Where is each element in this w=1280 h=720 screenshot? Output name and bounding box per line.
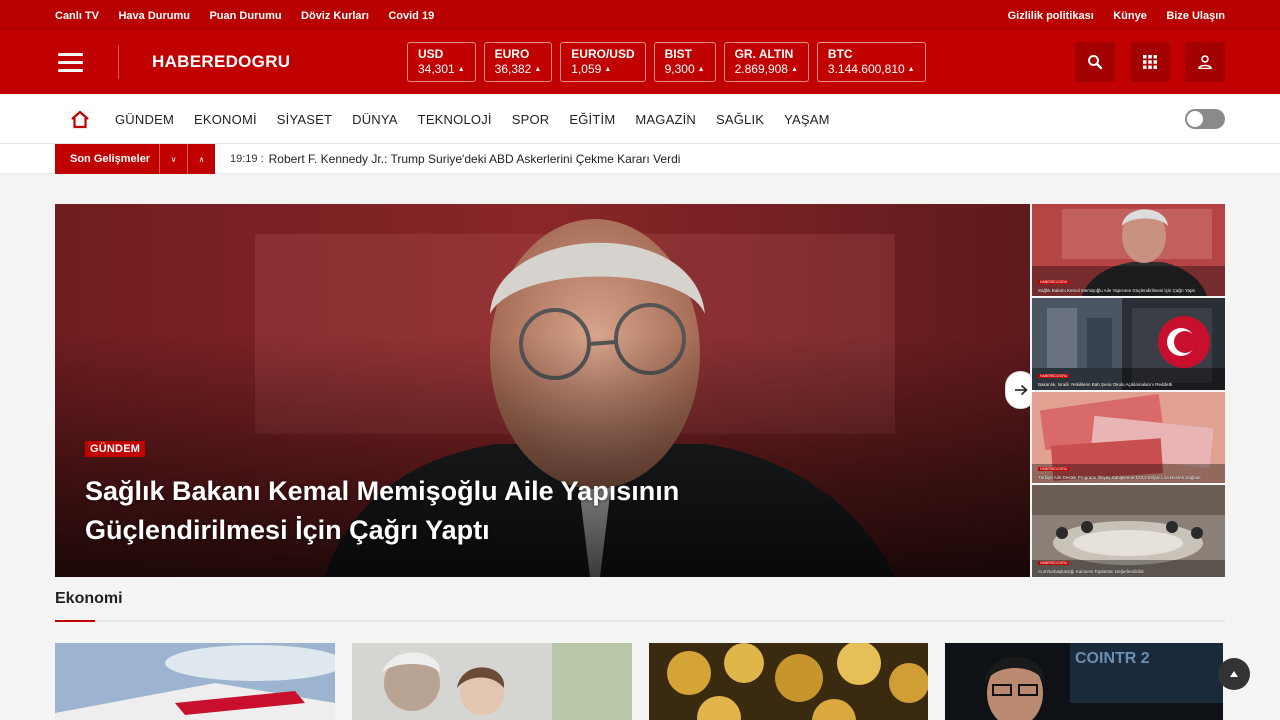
- toggle-knob: [1187, 111, 1203, 127]
- nav-item-magazin[interactable]: MAGAZİN: [635, 112, 696, 127]
- apps-button[interactable]: [1130, 42, 1170, 82]
- thumbnail-caption: Sağlık Bakanı Kemal Memişoğlu Aile Yapıs…: [1038, 287, 1195, 293]
- thumbnail-tag: HABEREDOGRU: [1038, 373, 1070, 378]
- currency-tickers: USD 34,301 ▲ EURO 36,382 ▲ EURO/USD 1,059 ▲ BI…: [407, 42, 926, 82]
- scroll-to-top-button[interactable]: [1218, 658, 1250, 690]
- dark-mode-toggle[interactable]: [1185, 109, 1225, 129]
- site-header: HABEREDOGRU USD 34,301 ▲ EURO 36,382 ▲ EURO/…: [0, 30, 1280, 94]
- top-strip: Canlı TV Hava Durumu Puan Durumu Döviz K…: [0, 0, 1280, 30]
- headline-slider: GÜNDEM Sağlık Bakanı Kemal Memişoğlu Ail…: [55, 204, 1225, 577]
- news-card[interactable]: COINTR 2: [945, 643, 1225, 720]
- top-link-canli-tv[interactable]: Canlı TV: [55, 10, 99, 22]
- nav-item-spor[interactable]: SPOR: [512, 112, 550, 127]
- nav-item-egitim[interactable]: EĞİTİM: [569, 112, 615, 127]
- breaking-next-button[interactable]: ∨: [159, 144, 187, 174]
- news-card[interactable]: [351, 643, 632, 720]
- top-link-hava-durumu[interactable]: Hava Durumu: [118, 10, 190, 22]
- top-link-doviz-kurlari[interactable]: Döviz Kurları: [301, 10, 369, 22]
- caret-up-icon: [1230, 671, 1238, 677]
- chevron-up-icon: ∧: [198, 154, 205, 164]
- chevron-down-icon: ∨: [170, 154, 177, 164]
- thumbnail-caption: Bakanlık, İsrailli Yetkililerin Bab Şeri…: [1038, 381, 1173, 387]
- user-icon: [1198, 55, 1212, 69]
- caret-up-icon: ▲: [604, 66, 612, 73]
- arrow-right-icon: [1014, 384, 1028, 396]
- card-photo: COINTR 2: [945, 643, 1224, 720]
- breaking-headline[interactable]: Robert F. Kennedy Jr.: Trump Suriye'deki…: [269, 152, 681, 166]
- breaking-label: Son Gelişmeler: [55, 144, 159, 174]
- site-logo[interactable]: HABEREDOGRU: [152, 52, 407, 72]
- thumbnail-story[interactable]: HABEREDOGRU Sağlık Bakanı Kemal Memişoğl…: [1032, 204, 1225, 296]
- card-photo: [648, 643, 929, 720]
- thumbnail-tag: HABEREDOGRU: [1038, 561, 1070, 565]
- card-photo: [351, 643, 632, 720]
- news-card[interactable]: [55, 643, 335, 720]
- ticker-euro[interactable]: EURO 36,382 ▲: [483, 42, 553, 82]
- breaking-prev-button[interactable]: ∧: [187, 144, 215, 174]
- caret-up-icon: ▲: [697, 66, 705, 73]
- thumbnail-story[interactable]: HABEREDOGRU Cumhurbaşkanlığı Kabinesi To…: [1032, 485, 1225, 577]
- main-nav: GÜNDEM EKONOMİ SİYASET DÜNYA TEKNOLOJİ S…: [0, 94, 1280, 144]
- breaking-time: 19:19 :: [230, 153, 264, 165]
- svg-text:COINTR 2: COINTR 2: [1075, 650, 1150, 667]
- caret-up-icon: ▲: [790, 66, 798, 73]
- ticker-usd[interactable]: USD 34,301 ▲: [407, 42, 476, 82]
- section-ekonomi: Ekonomi: [55, 590, 1225, 622]
- nav-item-ekonomi[interactable]: EKONOMİ: [194, 112, 257, 127]
- top-link-puan-durumu[interactable]: Puan Durumu: [209, 10, 281, 22]
- nav-item-teknoloji[interactable]: TEKNOLOJİ: [418, 112, 492, 127]
- nav-item-saglik[interactable]: SAĞLIK: [716, 112, 764, 127]
- account-button[interactable]: [1185, 42, 1225, 82]
- thumbnail-caption: Cumhurbaşkanlığı Kabinesi Toplantısı Değ…: [1038, 569, 1144, 574]
- featured-title[interactable]: Sağlık Bakanı Kemal Memişoğlu Aile Yapıs…: [85, 472, 725, 550]
- ticker-euro-usd[interactable]: EURO/USD 1,059 ▲: [560, 42, 646, 82]
- card-photo: [55, 643, 335, 720]
- top-link-covid[interactable]: Covid 19: [388, 10, 434, 22]
- home-icon: [71, 110, 89, 128]
- thumbnail-tag: HABEREDOGRU: [1038, 279, 1070, 284]
- news-card[interactable]: [648, 643, 929, 720]
- thumbnail-tag: HABEREDOGRU: [1038, 467, 1070, 472]
- thumbnail-caption: Türkiye Aile Destek Programı İhtiyaç Sah…: [1038, 475, 1201, 481]
- search-icon: [1088, 55, 1103, 70]
- search-button[interactable]: [1075, 42, 1115, 82]
- breaking-news-bar: Son Gelişmeler ∨ ∧ 19:19 : Robert F. Ken…: [0, 144, 1280, 174]
- ticker-bist[interactable]: BIST 9,300 ▲: [653, 42, 716, 82]
- top-link-contact[interactable]: Bize Ulaşın: [1166, 10, 1225, 22]
- apps-grid-icon: [1143, 55, 1157, 69]
- top-link-privacy[interactable]: Gizlilik politikası: [1008, 10, 1094, 22]
- caret-up-icon: ▲: [907, 66, 915, 73]
- menu-icon[interactable]: [58, 47, 88, 77]
- category-badge[interactable]: GÜNDEM: [85, 441, 146, 457]
- section-divider: [55, 620, 1225, 622]
- featured-story[interactable]: GÜNDEM Sağlık Bakanı Kemal Memişoğlu Ail…: [55, 204, 1030, 577]
- ekonomi-cards: COINTR 2: [55, 643, 1225, 720]
- thumbnail-story[interactable]: HABEREDOGRU Bakanlık, İsrailli Yetkilile…: [1032, 297, 1225, 390]
- thumbnail-story[interactable]: HABEREDOGRU Türkiye Aile Destek Programı…: [1032, 391, 1225, 484]
- top-link-kunye[interactable]: Künye: [1113, 10, 1147, 22]
- ticker-gram-altin[interactable]: GR. ALTIN 2.869,908 ▲: [723, 42, 809, 82]
- ticker-btc[interactable]: BTC 3.144.600,810 ▲: [816, 42, 926, 82]
- nav-item-dunya[interactable]: DÜNYA: [352, 112, 398, 127]
- caret-up-icon: ▲: [534, 66, 542, 73]
- caret-up-icon: ▲: [457, 66, 465, 73]
- section-title[interactable]: Ekonomi: [55, 590, 1225, 608]
- slider-thumbnails: HABEREDOGRU Sağlık Bakanı Kemal Memişoğl…: [1032, 204, 1225, 577]
- nav-item-yasam[interactable]: YAŞAM: [784, 112, 830, 127]
- nav-item-gundem[interactable]: GÜNDEM: [115, 112, 174, 127]
- home-link[interactable]: [55, 110, 105, 129]
- nav-item-siyaset[interactable]: SİYASET: [277, 112, 332, 127]
- header-divider: [118, 45, 119, 79]
